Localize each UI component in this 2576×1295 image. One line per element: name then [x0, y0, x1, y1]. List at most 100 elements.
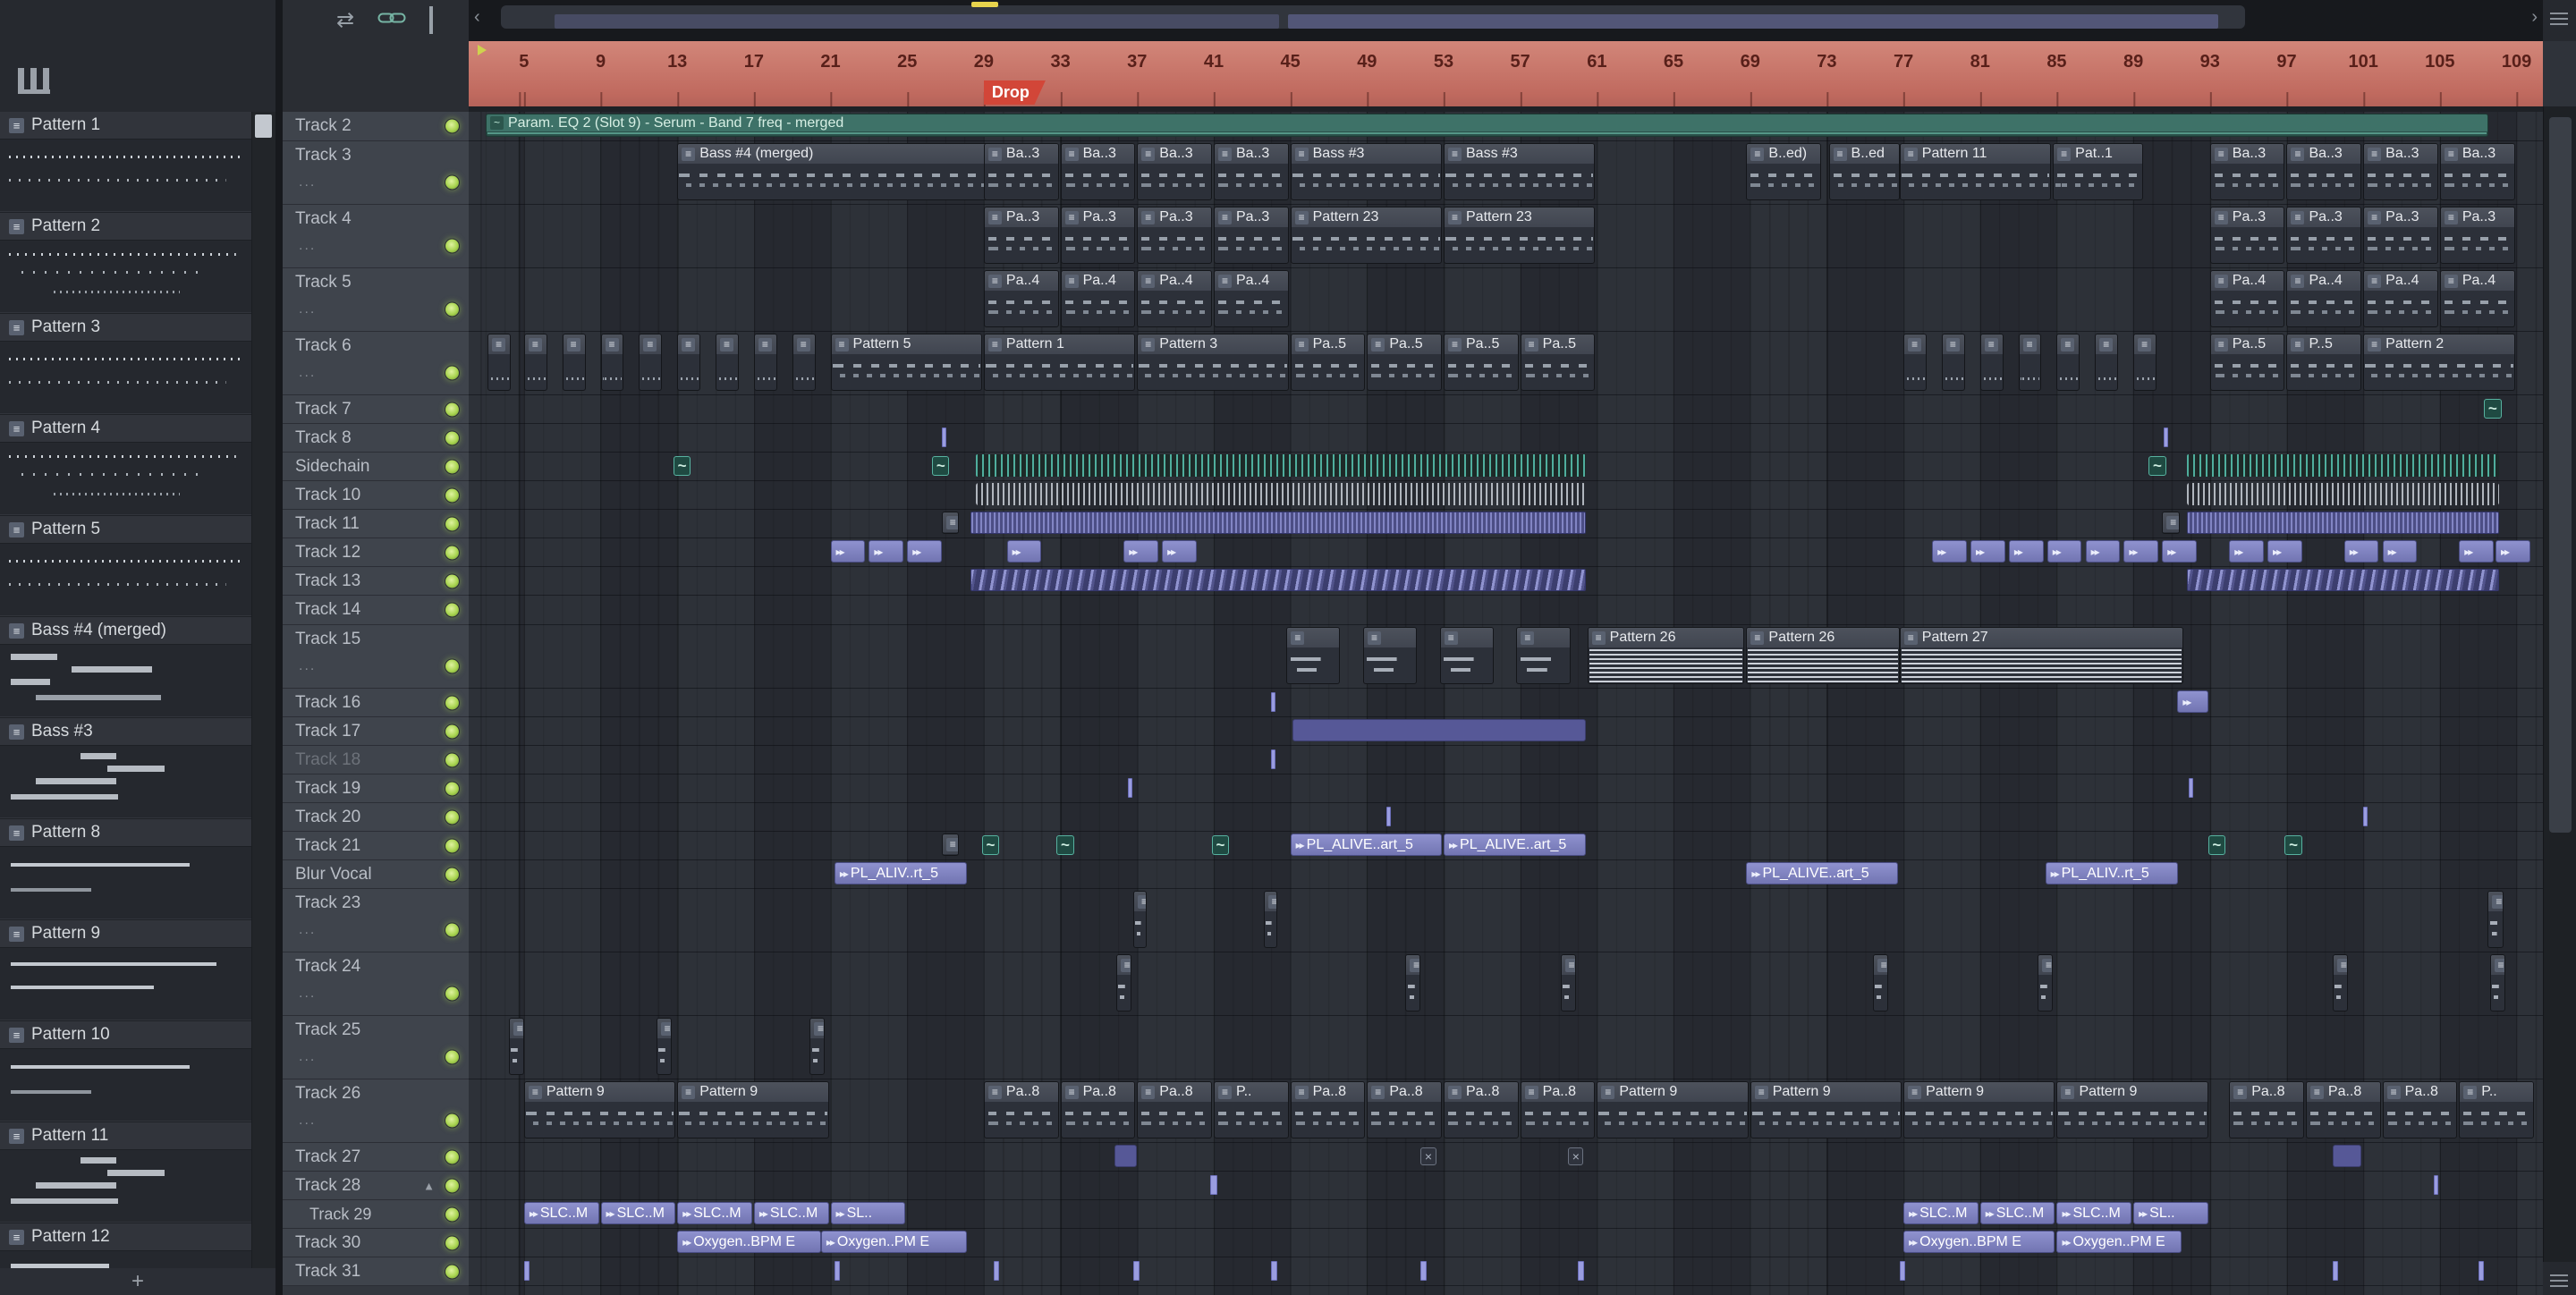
track-lane[interactable]	[469, 567, 2543, 596]
clip[interactable]: ≡ Pa..3	[2209, 207, 2285, 264]
clip[interactable]: ≡	[792, 334, 816, 391]
clip[interactable]: ×	[1568, 1147, 1584, 1165]
track-header[interactable]: Track 14	[283, 596, 469, 625]
mute-led[interactable]	[445, 658, 460, 674]
clip[interactable]: ≡	[1115, 954, 1131, 1011]
clip[interactable]: ≡	[1286, 627, 1341, 684]
mute-led[interactable]	[445, 301, 460, 317]
clip[interactable]: ≡	[523, 334, 547, 391]
track-header[interactable]: Track 15...	[283, 625, 469, 689]
pattern-item[interactable]: ≡ Pattern 9	[0, 920, 252, 1021]
timeline-ruler[interactable]: Drop 5 9 13 17 21 25 29 33 37 41 45 49 53 57 61 65 69 73 7…	[469, 41, 2543, 107]
clip[interactable]: ▸▸	[2343, 540, 2379, 563]
track-header[interactable]: Track 31	[283, 1257, 469, 1286]
track-header[interactable]: Track 28 ▲	[283, 1172, 469, 1200]
clip[interactable]	[1114, 1145, 1138, 1167]
track-lane[interactable]: ≡ ≡ ≡ ≡ ≡ ≡ ≡ ≡ ≡ ≡ Pattern 5 ≡ Pattern 1 ≡ Pattern 3 ≡…	[469, 332, 2543, 395]
clip[interactable]: ≡	[2162, 512, 2180, 534]
clip[interactable]	[2164, 427, 2169, 447]
clip[interactable]: ≡	[941, 512, 960, 534]
mute-led[interactable]	[445, 602, 460, 618]
clip[interactable]: ▸▸ SLC..M	[523, 1202, 599, 1224]
clip[interactable]: ≡ Pa..5	[1290, 334, 1366, 391]
mute-led[interactable]	[445, 430, 460, 445]
clip[interactable]: ≡ Pattern 2	[2363, 334, 2515, 391]
mute-led[interactable]	[445, 922, 460, 938]
clip[interactable]: ▸▸ SLC..M	[753, 1202, 829, 1224]
clip[interactable]: ▸▸	[2177, 690, 2208, 713]
track-lane[interactable]: ≡ ≡ ≡	[469, 1016, 2543, 1079]
track-lane[interactable]: ≡ Pa..3 ≡ Pa..3 ≡ Pa..3 ≡ Pa..3 ≡ Pattern 23 ≡ Patt…	[469, 205, 2543, 268]
track-header[interactable]: Track 4...	[283, 205, 469, 268]
track-lane[interactable]	[469, 746, 2543, 774]
clip[interactable]: ~	[932, 456, 950, 476]
clip[interactable]: ×	[1420, 1147, 1436, 1165]
clip[interactable]: ≡	[1263, 891, 1277, 948]
clip[interactable]: ≡ Pa..4	[983, 270, 1059, 327]
mute-led[interactable]	[445, 573, 460, 588]
mute-led[interactable]	[445, 1178, 460, 1193]
clip[interactable]	[523, 1261, 530, 1281]
clip[interactable]: ≡ Pa..8	[983, 1081, 1059, 1138]
playhead-marker[interactable]	[971, 2, 998, 7]
clip[interactable]: ≡	[2056, 334, 2080, 391]
track-lane[interactable]: ≡ ~ ~ ~ ▸▸ PL_ALIVE..art_5 ▸▸ PL_ALIVE..art_5 ~ ~	[469, 832, 2543, 860]
track-lane[interactable]: × ×	[469, 1143, 2543, 1172]
mute-led[interactable]	[445, 365, 460, 381]
clip[interactable]: ▸▸	[2459, 540, 2494, 563]
clip[interactable]: ≡	[941, 834, 960, 856]
mute-led[interactable]	[445, 516, 460, 531]
clip[interactable]	[2434, 1175, 2439, 1195]
mute-led[interactable]	[445, 838, 460, 853]
clip[interactable]	[1385, 807, 1391, 826]
clip[interactable]	[1577, 1261, 1584, 1281]
clip[interactable]: ▸▸	[1006, 540, 1042, 563]
track-header[interactable]: Track 3...	[283, 141, 469, 205]
track-header[interactable]: Track 27	[283, 1143, 469, 1172]
clip[interactable]	[976, 454, 1586, 477]
track-header[interactable]: Track 24...	[283, 952, 469, 1016]
clip[interactable]: ≡ Pa..8	[2382, 1081, 2458, 1138]
clip[interactable]: ▸▸ SL..	[830, 1202, 906, 1224]
track-lane[interactable]: ▸▸ Oxygen..BPM E ▸▸ Oxygen..PM E ▸▸ Oxygen..B…	[469, 1229, 2543, 1257]
clip[interactable]: ≡ Pattern 26	[1587, 627, 1745, 684]
clip[interactable]: ≡	[716, 334, 739, 391]
clip[interactable]: ≡ Pa..8	[1290, 1081, 1366, 1138]
mute-led[interactable]	[445, 695, 460, 710]
clip[interactable]: ≡	[1132, 891, 1148, 948]
clip[interactable]: ≡ Pa..8	[1367, 1081, 1442, 1138]
track-lane[interactable]	[469, 803, 2543, 832]
clip[interactable]: ≡ Pa..4	[2439, 270, 2515, 327]
clip[interactable]: ≡ Ba..3	[2439, 143, 2515, 200]
clip[interactable]	[993, 1261, 1000, 1281]
clip[interactable]	[2189, 778, 2194, 798]
pattern-scrollbar[interactable]	[251, 112, 275, 1295]
clip[interactable]: ≡	[2038, 954, 2054, 1011]
clip[interactable]: ≡ Pa..3	[983, 207, 1059, 264]
clip[interactable]: ≡	[656, 1018, 672, 1075]
mute-led[interactable]	[445, 1049, 460, 1065]
clip[interactable]: ≡ Pa..5	[2209, 334, 2285, 391]
clip[interactable]: ▸▸	[1123, 540, 1158, 563]
clip[interactable]: ≡ Bass #3	[1444, 143, 1596, 200]
clip[interactable]: ≡	[1979, 334, 2004, 391]
clip[interactable]: ~ Param. EQ 2 (Slot 9) - Serum - Band 7 f…	[486, 114, 2488, 137]
clip[interactable]: ≡ Ba..3	[1213, 143, 1289, 200]
pattern-item[interactable]: ≡ Bass #3	[0, 718, 252, 819]
track-header[interactable]: Track 12	[283, 538, 469, 567]
clip[interactable]: ≡ Ba..3	[1060, 143, 1136, 200]
clip[interactable]: ≡ Pa..8	[2229, 1081, 2304, 1138]
clip[interactable]: ≡ Pattern 23	[1444, 207, 1596, 264]
clip[interactable]: ≡	[2489, 954, 2505, 1011]
mute-led[interactable]	[445, 752, 460, 767]
clip[interactable]: ▸▸	[2267, 540, 2302, 563]
track-lane[interactable]	[469, 1257, 2543, 1286]
track-lane[interactable]: ≡ Pattern 9 ≡ Pattern 9 ≡ Pa..8 ≡ Pa..8 ≡ Pa..8 ≡ P…	[469, 1079, 2543, 1143]
clip[interactable]: ≡	[1516, 627, 1571, 684]
clip[interactable]: ≡ B..ed)	[1746, 143, 1822, 200]
clip[interactable]	[1127, 778, 1132, 798]
track-lane[interactable]	[469, 717, 2543, 746]
clip[interactable]: ≡ Pa..8	[1137, 1081, 1212, 1138]
pattern-item[interactable]: ≡ Pattern 12	[0, 1223, 252, 1268]
track-header[interactable]: Track 2	[283, 112, 469, 141]
